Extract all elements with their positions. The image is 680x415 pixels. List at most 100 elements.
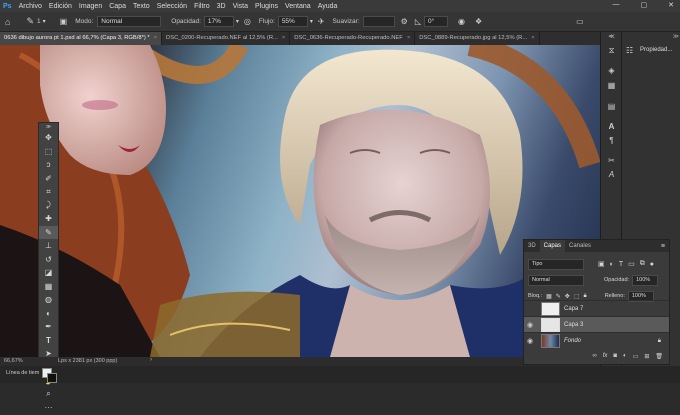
lock-all-icon[interactable]: 🔒︎ [583,293,586,300]
layer-filter-select[interactable]: Tipo [528,258,584,270]
filter-smart-icon[interactable]: ⧉ [640,260,645,268]
pressure-size-icon[interactable]: ◉ [458,17,465,26]
menu-imagen[interactable]: Imagen [79,3,102,10]
close-icon[interactable]: × [154,35,157,41]
angle-input[interactable]: 0° [423,16,448,27]
filter-shape-icon[interactable]: ▭ [628,260,635,268]
adjustment-layer-icon[interactable]: ◐ [623,353,627,359]
layer-name[interactable]: Capa 3 [564,322,583,328]
menu-capa[interactable]: Capa [109,3,126,10]
swatches-icon[interactable]: ▦ [606,81,617,92]
chevron-down-icon[interactable]: ▾ [236,18,239,25]
blur-icon[interactable]: ◍ [39,293,58,307]
filter-adjust-icon[interactable]: ◐ [610,261,614,268]
gear-icon[interactable]: ⚙ [401,17,408,26]
minimize-icon[interactable]: — [613,1,620,9]
workspace-icon[interactable]: ▭ [576,17,584,26]
layer-row-capa-3[interactable]: ◉ Capa 3 [524,316,669,333]
filter-type-icon[interactable]: T [619,261,623,268]
menu-filtro[interactable]: Filtro [194,3,210,10]
layer-opacity-input[interactable]: 100% [632,274,659,286]
symmetry-icon[interactable]: ❖ [475,17,482,26]
layer-row-capa-7[interactable]: Capa 7 [524,300,669,317]
menu-texto[interactable]: Texto [133,3,150,10]
app-logo[interactable]: Ps [3,3,12,10]
collapse-icon[interactable]: ≪ [606,33,617,44]
eyedropper-icon[interactable]: ⤸ [39,199,58,213]
link-layers-icon[interactable]: ∞ [592,353,596,359]
tab-document-1[interactable]: 0636 dibujo aurora pt 1.psd al 66,7% (Ca… [0,32,163,45]
type-icon[interactable]: T [39,334,58,348]
brush-icon[interactable]: ✎ [39,225,58,239]
eye-icon[interactable]: ◉ [524,337,536,345]
brush-size-value[interactable]: 1 [37,18,41,25]
close-icon[interactable]: × [407,35,410,41]
brushes-icon[interactable]: ✂ [606,156,617,167]
airbrush-icon[interactable]: ✈ [318,17,325,26]
chevron-down-icon[interactable]: ▾ [310,18,313,25]
background-color-swatch[interactable] [47,373,57,383]
lock-transparency-icon[interactable]: ▦ [546,293,552,300]
tab-canales[interactable]: Canales [565,240,595,252]
trash-icon[interactable]: 🗑︎ [655,353,663,360]
menu-vista[interactable]: Vista [233,3,248,10]
tab-capas[interactable]: Capas [539,240,566,252]
layer-style-icon[interactable]: fx [603,353,608,359]
layer-row-fondo[interactable]: ◉ Fondo 🔒︎ [524,332,669,349]
move-icon[interactable]: ✥ [39,131,58,145]
timeline-label[interactable]: Línea de tiem [6,370,39,376]
eye-icon[interactable]: ◉ [524,321,536,329]
toolbar-grip[interactable]: ≫ [39,123,58,131]
tab-3d[interactable]: 3D [524,240,540,252]
filter-pixel-icon[interactable]: ▣ [598,260,605,268]
menu-seleccion[interactable]: Selección [157,3,187,10]
close-icon[interactable]: × [282,35,285,41]
zoom-level[interactable]: 66,67% [4,358,23,364]
chevron-down-icon[interactable]: ▾ [43,18,46,25]
panel-menu-icon[interactable]: ≡ [661,243,665,250]
layer-name[interactable]: Fondo [564,338,581,344]
gradient-icon[interactable]: ▦ [39,280,58,294]
new-group-icon[interactable]: ▭ [633,353,639,360]
color-icon[interactable]: ◈ [606,66,617,77]
collapse-icon[interactable]: ≫ [673,33,679,40]
eraser-icon[interactable]: ◪ [39,266,58,280]
quick-select-icon[interactable]: ✐ [39,172,58,186]
history-icon[interactable]: ⧖ [606,46,617,57]
dodge-icon[interactable]: ◐ [39,307,58,321]
close-icon[interactable]: ✕ [668,1,674,9]
properties-tab[interactable]: Propiedad... [640,47,672,53]
mode-select[interactable]: Normal [97,16,162,27]
lock-artboard-icon[interactable]: ⬚ [574,293,580,300]
stamp-icon[interactable]: ⊥ [39,239,58,253]
menu-3d[interactable]: 3D [217,3,226,10]
more-tools-icon[interactable]: ··· [39,401,58,415]
lock-pixels-icon[interactable]: ✎ [556,293,561,300]
lasso-icon[interactable]: ↄ [39,158,58,172]
menu-ventana[interactable]: Ventana [285,3,311,10]
menu-plugins[interactable]: Plugins [255,3,278,10]
menu-edicion[interactable]: Edición [49,3,72,10]
pen-icon[interactable]: ✒ [39,320,58,334]
lock-position-icon[interactable]: ✥ [565,293,570,300]
brush-settings-icon[interactable]: ▣ [60,17,68,26]
smoothing-input[interactable] [362,16,395,27]
close-icon[interactable]: × [531,35,534,41]
home-icon[interactable]: ⌂ [5,17,10,27]
healing-icon[interactable]: ✚ [39,212,58,226]
glyphs-icon[interactable]: A [606,170,617,181]
maximize-icon[interactable]: ▢ [641,1,648,9]
tab-document-3[interactable]: DSC_0636-Recuperado-Recuperado.NEF × [290,32,416,45]
tab-document-2[interactable]: DSC_0200-Recuperado.NEF al 12,5% (R... × [162,32,291,45]
history-brush-icon[interactable]: ↺ [39,253,58,267]
menu-ayuda[interactable]: Ayuda [318,3,338,10]
tab-document-4[interactable]: DSC_0889-Recuperado.jpg al 12,5% (R... × [415,32,540,45]
layer-mask-icon[interactable]: ◙ [613,353,617,359]
paragraph-icon[interactable]: ¶ [606,136,617,147]
document-canvas[interactable] [0,45,600,357]
zoom-icon[interactable]: ⌕ [39,388,58,402]
brush-preset-icon[interactable]: ✎ [26,16,34,27]
opacity-input[interactable]: 17% [203,16,234,27]
marquee-icon[interactable]: ⬚ [39,145,58,159]
adjustments-icon[interactable]: ▤ [606,102,617,113]
